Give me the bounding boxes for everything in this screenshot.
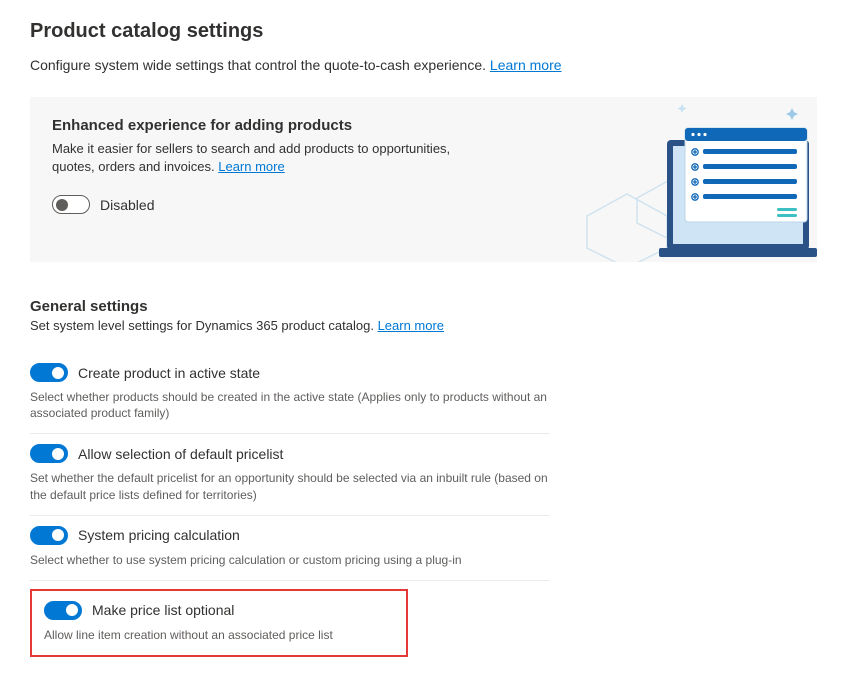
highlighted-setting-box: Make price list optional Allow line item… bbox=[30, 589, 408, 657]
toggle-price-list-optional[interactable] bbox=[44, 601, 82, 620]
page-subtitle: Configure system wide settings that cont… bbox=[30, 57, 817, 73]
page-subtitle-text: Configure system wide settings that cont… bbox=[30, 57, 486, 73]
help-default-pricelist: Set whether the default pricelist for an… bbox=[30, 470, 550, 502]
page-learn-more-link[interactable]: Learn more bbox=[490, 57, 562, 73]
help-create-active-state: Select whether products should be create… bbox=[30, 389, 550, 421]
general-learn-more-link[interactable]: Learn more bbox=[378, 318, 444, 333]
general-subtitle-text: Set system level settings for Dynamics 3… bbox=[30, 318, 374, 333]
label-create-active-state: Create product in active state bbox=[78, 365, 260, 381]
label-price-list-optional: Make price list optional bbox=[92, 602, 234, 618]
label-system-pricing: System pricing calculation bbox=[78, 527, 240, 543]
help-price-list-optional: Allow line item creation without an asso… bbox=[44, 627, 394, 643]
enhanced-experience-panel: Enhanced experience for adding products … bbox=[30, 97, 817, 262]
general-settings-subtitle: Set system level settings for Dynamics 3… bbox=[30, 318, 817, 333]
enhanced-toggle[interactable] bbox=[52, 195, 90, 214]
page-title: Product catalog settings bbox=[30, 20, 817, 43]
enhanced-learn-more-link[interactable]: Learn more bbox=[218, 159, 284, 174]
setting-create-active-state: Create product in active state Select wh… bbox=[30, 353, 550, 434]
toggle-system-pricing[interactable] bbox=[30, 526, 68, 545]
setting-price-list-optional: Make price list optional Allow line item… bbox=[44, 601, 394, 643]
enhanced-toggle-label: Disabled bbox=[100, 197, 154, 213]
laptop-illustration bbox=[567, 98, 817, 262]
label-default-pricelist: Allow selection of default pricelist bbox=[78, 446, 283, 462]
setting-system-pricing: System pricing calculation Select whethe… bbox=[30, 516, 550, 581]
enhanced-description: Make it easier for sellers to search and… bbox=[52, 140, 452, 175]
toggle-create-active-state[interactable] bbox=[30, 363, 68, 382]
setting-default-pricelist: Allow selection of default pricelist Set… bbox=[30, 434, 550, 515]
general-settings-heading: General settings bbox=[30, 298, 817, 315]
help-system-pricing: Select whether to use system pricing cal… bbox=[30, 552, 550, 568]
toggle-default-pricelist[interactable] bbox=[30, 444, 68, 463]
